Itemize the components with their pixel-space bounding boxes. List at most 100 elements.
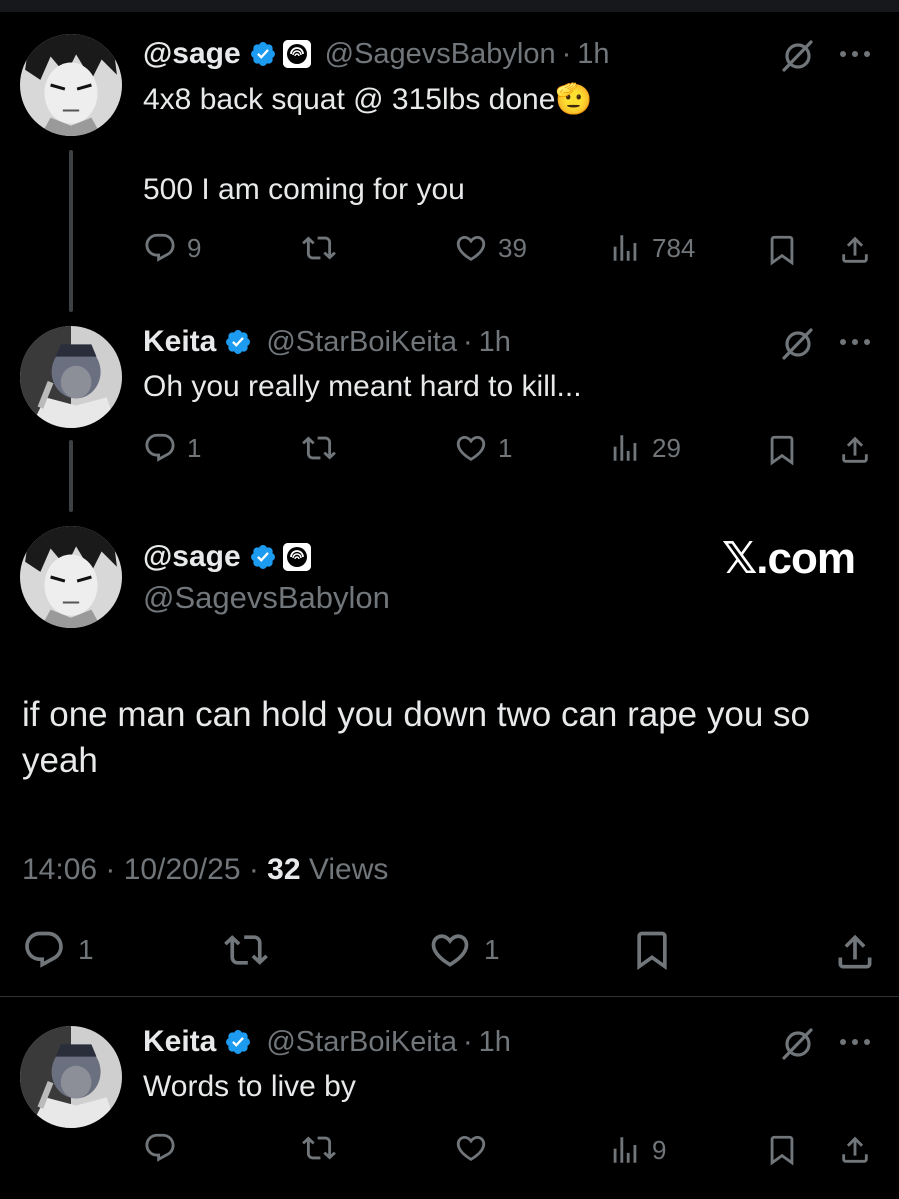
views-button[interactable]: 29 <box>608 428 681 468</box>
like-button[interactable] <box>454 1128 498 1168</box>
avatar[interactable] <box>20 34 122 136</box>
handle[interactable]: @SagevsBabylon <box>143 580 390 616</box>
bookmark-button[interactable] <box>765 1130 799 1170</box>
grok-icon[interactable] <box>780 326 816 362</box>
main-tweet-text: if one man can hold you down two can rap… <box>22 695 810 780</box>
view-count: 29 <box>652 432 681 463</box>
display-name[interactable]: @sage <box>143 540 241 574</box>
like-count: 1 <box>498 432 513 463</box>
bookmark-button[interactable] <box>765 430 799 470</box>
timestamp[interactable]: 14:06 · 10/20/25 · <box>22 853 267 886</box>
tweet-text-line: 4x8 back squat @ 315lbs done🫡 <box>143 83 593 116</box>
repost-icon <box>224 928 268 972</box>
tweet-text-line: Oh you really meant hard to kill... <box>143 370 582 403</box>
bookmark-icon <box>630 928 674 972</box>
handle[interactable]: @SagevsBabylon <box>325 38 556 71</box>
share-button[interactable] <box>833 928 877 976</box>
more-icon[interactable] <box>838 337 872 347</box>
handle[interactable]: @StarBoiKeita <box>266 326 457 359</box>
views-label: Views <box>300 853 389 886</box>
views-icon <box>608 231 642 265</box>
timestamp[interactable]: 1h <box>577 38 609 71</box>
display-name[interactable]: @sage <box>143 37 241 71</box>
views-button[interactable]: 784 <box>608 228 695 268</box>
timestamp[interactable]: 1h <box>479 1026 511 1059</box>
repost-button[interactable] <box>302 228 346 268</box>
verified-badge-icon <box>224 328 252 356</box>
view-count: 32 <box>267 853 301 886</box>
reply-icon <box>143 1131 177 1165</box>
avatar-image <box>20 1026 122 1128</box>
more-icon[interactable] <box>838 1037 872 1047</box>
bookmark-button[interactable] <box>630 926 674 974</box>
thread-line <box>69 150 73 312</box>
share-button[interactable] <box>838 430 872 470</box>
like-button[interactable]: 39 <box>454 228 527 268</box>
reply-count: 9 <box>187 232 202 263</box>
grok-icon[interactable] <box>780 38 816 74</box>
reply-button[interactable] <box>143 1128 187 1168</box>
view-count: 9 <box>652 1134 667 1165</box>
tweet-header: Keita @StarBoiKeita · 1h <box>143 322 511 362</box>
views-button[interactable]: 9 <box>608 1130 666 1170</box>
bookmark-icon <box>765 1133 799 1167</box>
reply-button[interactable]: 9 <box>143 228 201 268</box>
like-count: 1 <box>484 934 500 965</box>
share-button[interactable] <box>838 1130 872 1170</box>
like-button[interactable]: 1 <box>428 926 500 974</box>
bookmark-icon <box>765 233 799 267</box>
reply-count: 1 <box>78 934 94 965</box>
like-icon <box>454 231 488 265</box>
reply-icon <box>143 431 177 465</box>
handle[interactable]: @StarBoiKeita <box>266 1026 457 1059</box>
repost-icon <box>302 431 336 465</box>
grok-icon[interactable] <box>780 1026 816 1062</box>
affiliate-badge-icon[interactable] <box>282 40 311 68</box>
share-icon <box>833 930 877 974</box>
reply-count: 1 <box>187 432 202 463</box>
like-icon <box>454 431 488 465</box>
tweet-header: Keita @StarBoiKeita · 1h <box>143 1022 511 1062</box>
share-icon <box>838 433 872 467</box>
separator: · <box>463 325 473 358</box>
tweet-header: @sage @SagevsBabylon · 1h <box>143 34 610 74</box>
repost-button[interactable] <box>224 926 280 974</box>
view-count: 784 <box>652 232 696 263</box>
x-brand-watermark: 𝕏.com <box>721 534 856 583</box>
views-icon <box>608 1133 642 1167</box>
timestamp[interactable]: 1h <box>479 326 511 359</box>
like-icon <box>454 1131 488 1165</box>
separator: · <box>463 1025 473 1058</box>
repost-button[interactable] <box>302 1128 346 1168</box>
avatar[interactable] <box>20 526 122 628</box>
tweet-meta: 14:06 · 10/20/25 · 32 Views <box>22 853 388 887</box>
verified-badge-icon <box>249 543 277 571</box>
divider <box>0 996 899 997</box>
like-icon <box>428 928 472 972</box>
avatar-image <box>20 526 122 628</box>
share-icon <box>838 1133 872 1167</box>
tweet-text-line: 500 I am coming for you <box>143 173 465 206</box>
repost-icon <box>302 1131 336 1165</box>
like-button[interactable]: 1 <box>454 428 512 468</box>
avatar[interactable] <box>20 1026 122 1128</box>
bookmark-button[interactable] <box>765 230 799 270</box>
share-button[interactable] <box>838 230 872 270</box>
repost-icon <box>302 231 336 265</box>
thread-line <box>69 440 73 512</box>
reply-button[interactable]: 1 <box>22 926 94 974</box>
more-icon[interactable] <box>838 49 872 59</box>
reply-button[interactable]: 1 <box>143 428 201 468</box>
affiliate-badge-icon[interactable] <box>282 543 311 571</box>
reply-icon <box>22 928 66 972</box>
tweet-text-line: Words to live by <box>143 1070 356 1103</box>
display-name[interactable]: Keita <box>143 325 216 359</box>
avatar[interactable] <box>20 326 122 428</box>
avatar-image <box>20 326 122 428</box>
display-name[interactable]: Keita <box>143 1025 216 1059</box>
verified-badge-icon <box>224 1028 252 1056</box>
avatar-image <box>20 34 122 136</box>
reply-icon <box>143 231 177 265</box>
repost-button[interactable] <box>302 428 346 468</box>
share-icon <box>838 233 872 267</box>
